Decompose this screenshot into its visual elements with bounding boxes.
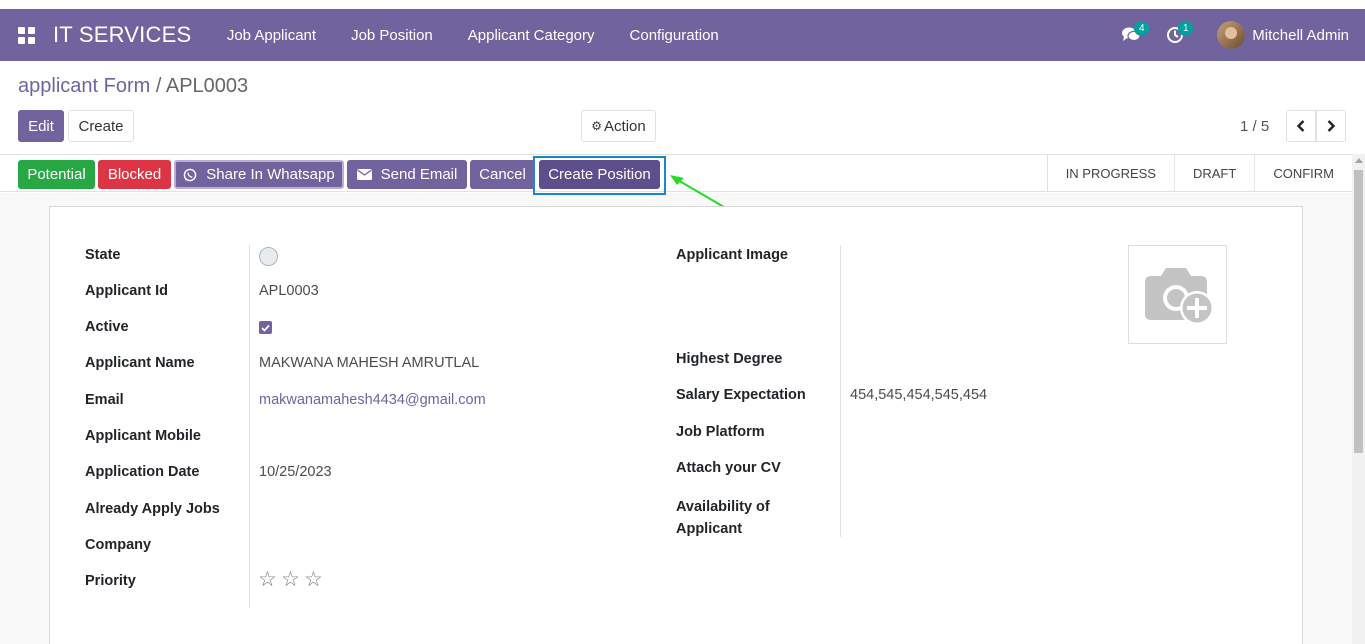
highest-degree-label: Highest Degree: [676, 351, 783, 367]
right-column-separator: [840, 245, 841, 537]
applicant-image-label: Applicant Image: [676, 247, 788, 263]
activities-count-badge: 1: [1178, 21, 1194, 36]
cancel-button[interactable]: Cancel: [470, 160, 535, 189]
breadcrumb: applicant Form / APL0003: [18, 75, 248, 98]
application-date-value: 10/25/2023: [259, 464, 332, 480]
active-label: Active: [85, 319, 129, 335]
applicant-image-upload[interactable]: [1128, 245, 1227, 344]
salary-expectation-label: Salary Expectation: [676, 387, 806, 403]
green-arrow-annotation: [670, 175, 725, 208]
priority-star-3-icon[interactable]: ☆: [304, 569, 323, 590]
scroll-up-icon[interactable]: [1355, 158, 1363, 163]
menu-job-applicant[interactable]: Job Applicant: [209, 27, 333, 44]
top-navbar: IT SERVICES Job Applicant Job Position A…: [0, 9, 1365, 61]
applicant-mobile-label: Applicant Mobile: [85, 428, 201, 444]
priority-star-2-icon[interactable]: ☆: [281, 569, 300, 590]
app-brand[interactable]: IT SERVICES: [53, 22, 191, 48]
envelope-icon: [356, 169, 372, 180]
vertical-scrollbar[interactable]: [1352, 154, 1365, 644]
action-label: Action: [604, 117, 646, 135]
applicant-name-value: MAKWANA MAHESH AMRUTLAL: [259, 355, 480, 371]
state-radio[interactable]: [259, 247, 278, 266]
menu-applicant-category[interactable]: Applicant Category: [450, 27, 612, 44]
email-label: Email: [85, 392, 124, 408]
availability-label: Availability of Applicant: [676, 496, 770, 540]
stage-in-progress[interactable]: IN PROGRESS: [1048, 155, 1175, 191]
user-avatar[interactable]: [1217, 21, 1246, 49]
stage-confirm[interactable]: CONFIRM: [1255, 155, 1352, 191]
edit-button[interactable]: Edit: [18, 110, 64, 142]
pager-previous-button[interactable]: [1286, 110, 1316, 142]
highlight-box: [533, 156, 666, 195]
application-date-label: Application Date: [85, 464, 200, 480]
send-email-button[interactable]: Send Email: [347, 160, 467, 189]
breadcrumb-parent[interactable]: applicant Form: [18, 75, 150, 97]
job-platform-label: Job Platform: [676, 424, 765, 440]
email-link[interactable]: makwanamahesh4434@gmail.com: [259, 392, 486, 408]
user-name[interactable]: Mitchell Admin: [1252, 27, 1349, 44]
camera-plus-icon: [1144, 267, 1214, 325]
share-whatsapp-button[interactable]: Share In Whatsapp: [174, 160, 344, 189]
salary-expectation-value: 454,545,454,545,454: [850, 387, 988, 403]
checkmark-icon: [261, 324, 270, 332]
chevron-left-icon: [1296, 120, 1305, 132]
availability-label-line1: Availability of: [676, 499, 770, 515]
breadcrumb-current: APL0003: [165, 75, 249, 97]
whatsapp-icon: [183, 168, 197, 181]
priority-label: Priority: [85, 573, 136, 589]
priority-star-1-icon[interactable]: ☆: [258, 569, 277, 590]
pager-value[interactable]: 1 / 5: [1240, 118, 1269, 135]
share-whatsapp-label: Share In Whatsapp: [206, 166, 335, 183]
menu-job-position[interactable]: Job Position: [334, 27, 451, 44]
attach-cv-label: Attach your CV: [676, 460, 781, 476]
stage-draft[interactable]: DRAFT: [1175, 155, 1256, 191]
availability-label-line2: Applicant: [676, 521, 743, 537]
breadcrumb-separator: /: [155, 75, 162, 97]
create-button[interactable]: Create: [68, 110, 134, 142]
potential-button[interactable]: Potential: [18, 160, 95, 189]
menu-configuration[interactable]: Configuration: [612, 27, 736, 44]
state-label: State: [85, 247, 121, 263]
stage-pipeline: IN PROGRESS DRAFT CONFIRM: [1046, 155, 1352, 191]
activities-button[interactable]: 1: [1153, 9, 1197, 61]
blocked-button[interactable]: Blocked: [98, 160, 171, 189]
messages-button[interactable]: 4: [1109, 9, 1153, 61]
applicant-name-label: Applicant Name: [85, 355, 195, 371]
applicant-id-label: Applicant Id: [85, 283, 168, 299]
apps-menu-icon[interactable]: [0, 9, 52, 61]
chevron-right-icon: [1327, 120, 1336, 132]
pager-next-button[interactable]: [1316, 110, 1346, 142]
company-label: Company: [85, 537, 152, 553]
send-email-label: Send Email: [380, 166, 458, 183]
messages-count-badge: 4: [1134, 21, 1150, 36]
active-checkbox[interactable]: [259, 321, 272, 334]
applicant-id-value: APL0003: [259, 283, 319, 299]
gear-icon: ⚙: [591, 119, 603, 133]
action-dropdown[interactable]: ⚙ Action: [581, 110, 656, 142]
left-column-separator: [249, 245, 250, 608]
already-apply-jobs-label: Already Apply Jobs: [85, 501, 220, 517]
scrollbar-thumb[interactable]: [1354, 170, 1363, 453]
